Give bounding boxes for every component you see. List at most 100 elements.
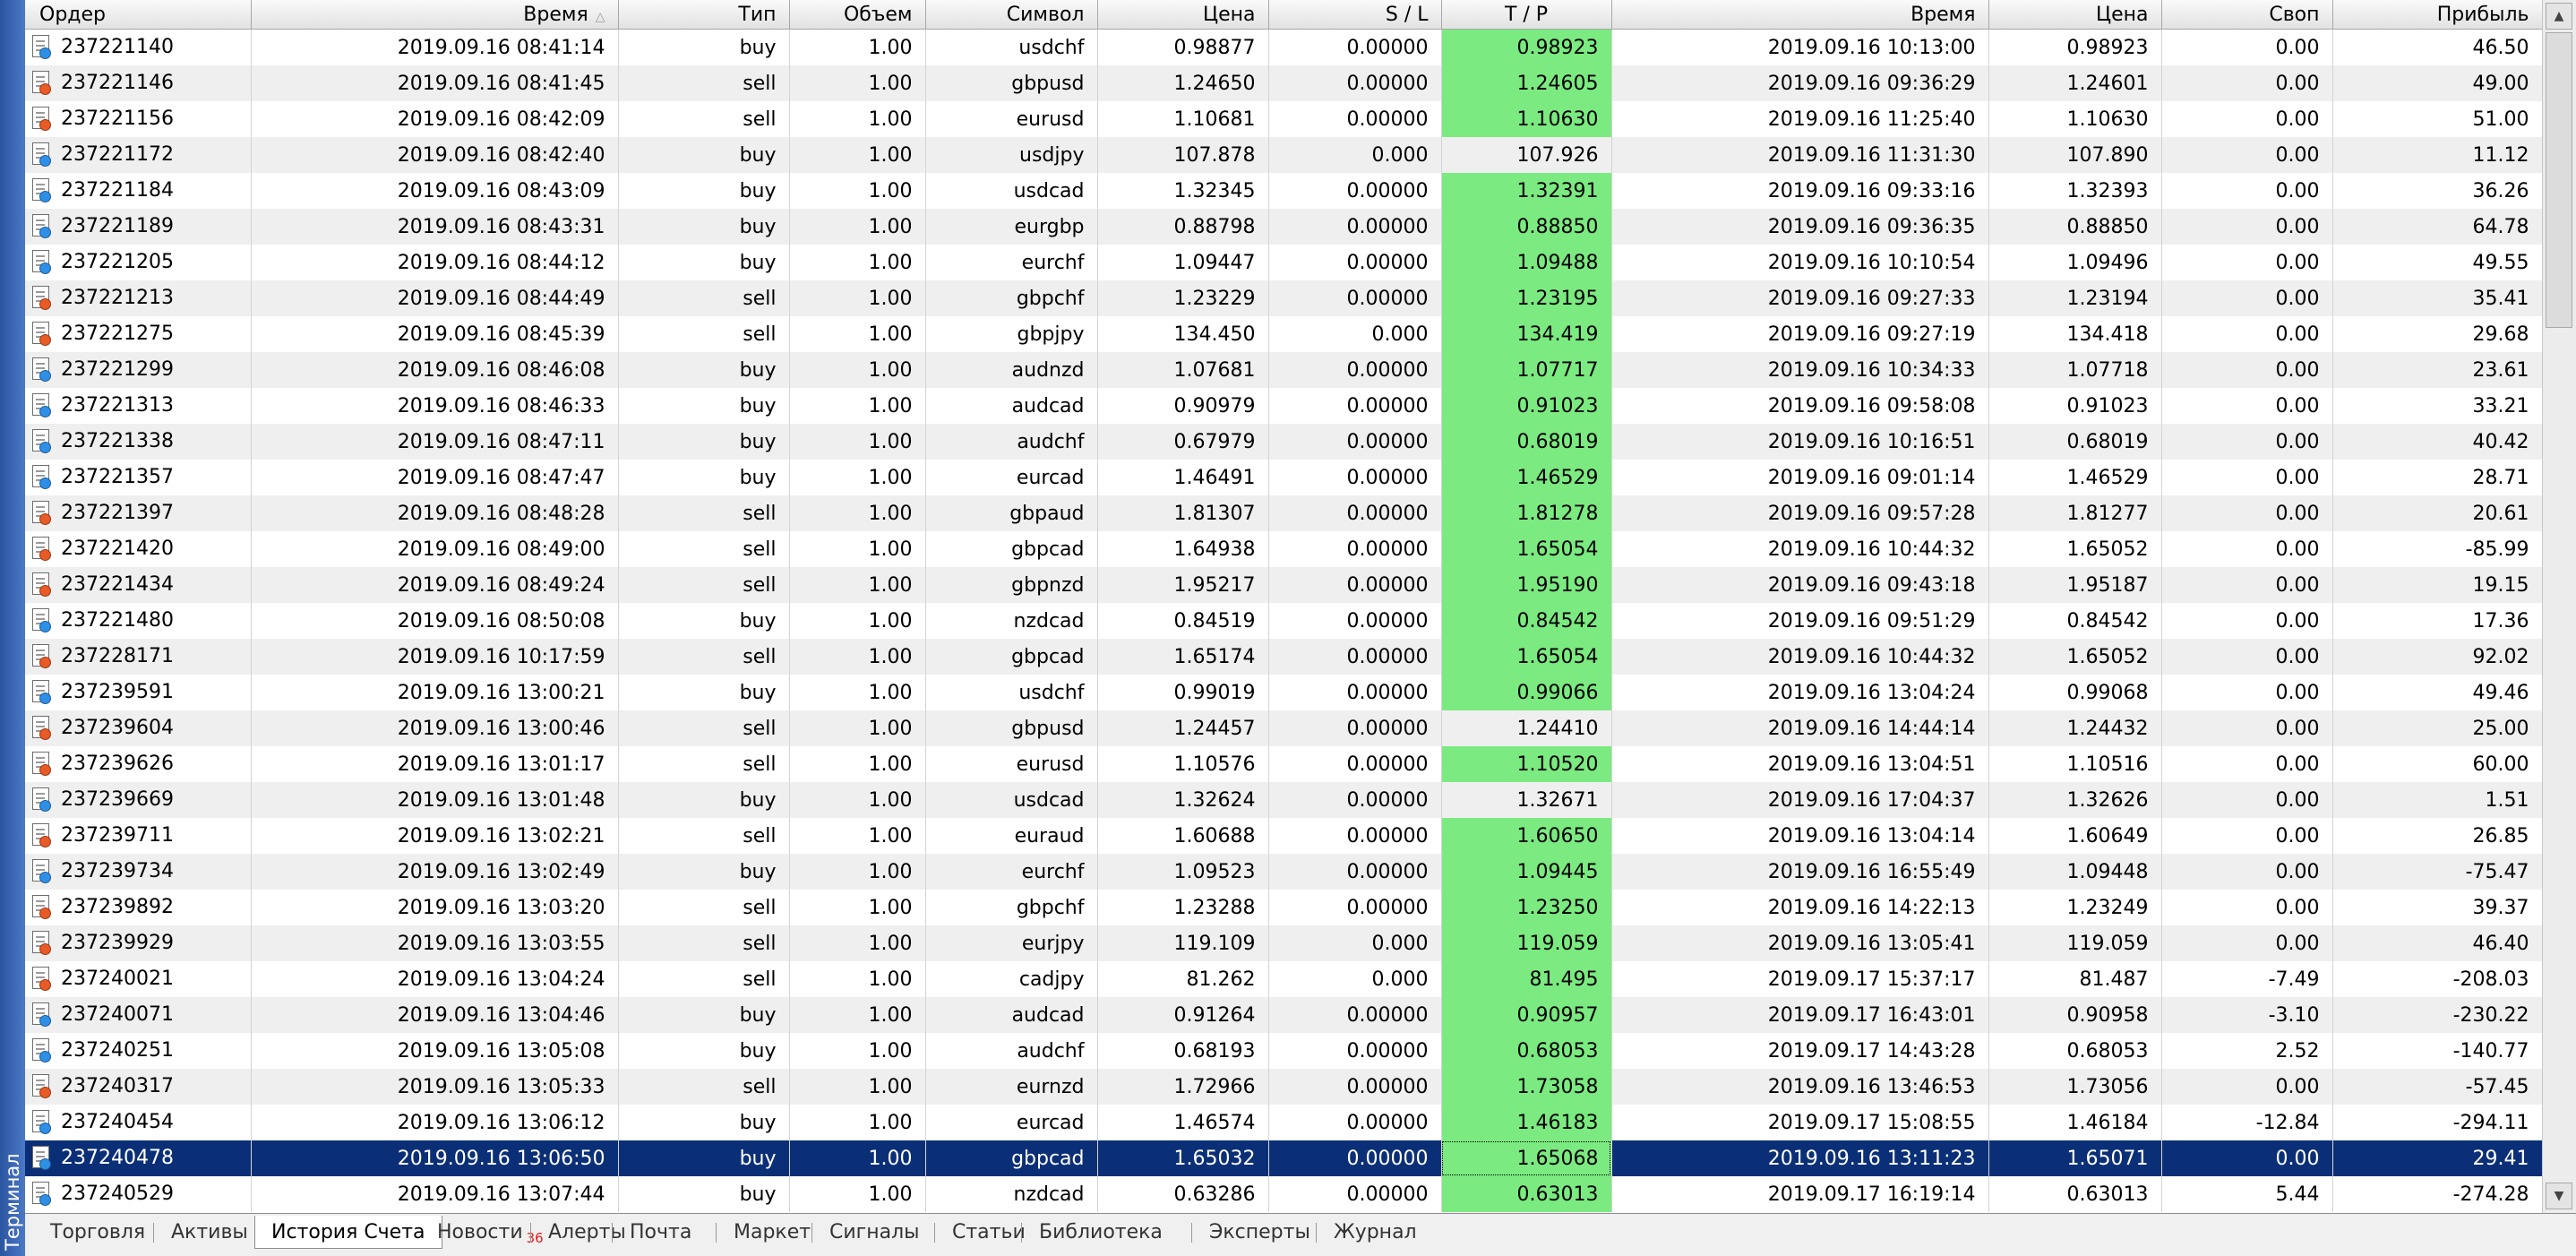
open-price-cell: 119.109 xyxy=(1097,925,1269,961)
table-row[interactable]: 237239669 2019.09.16 13:01:48 buy 1.00 usdca… xyxy=(25,782,2542,818)
order-number: 237221357 xyxy=(61,466,174,488)
vertical-scrollbar[interactable]: ▲ ▼ xyxy=(2542,0,2576,1213)
open-price-cell: 1.09447 xyxy=(1097,245,1269,280)
table-row[interactable]: 237221313 2019.09.16 08:46:33 buy 1.00 audca… xyxy=(25,388,2542,424)
swap-cell: 0.00 xyxy=(2161,352,2333,388)
sl-cell: 0.00000 xyxy=(1268,890,1442,925)
sl-cell: 0.00000 xyxy=(1268,1033,1442,1069)
close-price-cell: 1.10630 xyxy=(1988,101,2162,137)
tp-cell: 1.46183 xyxy=(1441,1105,1612,1140)
table-row[interactable]: 237221184 2019.09.16 08:43:09 buy 1.00 usdca… xyxy=(25,173,2542,209)
tab-trade[interactable]: Торговля xyxy=(34,1216,161,1248)
order-number: 237221146 xyxy=(61,72,174,94)
table-row[interactable]: 237221275 2019.09.16 08:45:39 sell 1.00 gbpj… xyxy=(25,316,2542,352)
table-row[interactable]: 237239892 2019.09.16 13:03:20 sell 1.00 gbpc… xyxy=(25,890,2542,925)
table-row[interactable]: 237240251 2019.09.16 13:05:08 buy 1.00 audch… xyxy=(25,1033,2542,1069)
tab-assets[interactable]: Активы xyxy=(155,1216,264,1248)
account-history-grid: Ордер Время △ Тип Объем Символ Цена S / L T / P В… xyxy=(25,0,2542,1213)
buy-order-icon xyxy=(30,1109,52,1136)
table-row[interactable]: 237239604 2019.09.16 13:00:46 sell 1.00 gbpu… xyxy=(25,710,2542,746)
tab-journal[interactable]: Журнал xyxy=(1318,1216,1433,1248)
table-row[interactable]: 237221338 2019.09.16 08:47:11 buy 1.00 audch… xyxy=(25,424,2542,460)
table-row[interactable]: 237221189 2019.09.16 08:43:31 buy 1.00 eurgb… xyxy=(25,209,2542,245)
column-header-close-time[interactable]: Время xyxy=(1611,0,1989,30)
tab-experts[interactable]: Эксперты xyxy=(1193,1216,1327,1248)
open-price-cell: 1.24457 xyxy=(1097,710,1269,746)
table-row[interactable]: 237221420 2019.09.16 08:49:00 sell 1.00 gbpc… xyxy=(25,531,2542,567)
order-number: 237240021 xyxy=(61,968,174,990)
tab-account-history[interactable]: История Счета xyxy=(254,1216,442,1249)
table-row[interactable]: 237221357 2019.09.16 08:47:47 buy 1.00 eurca… xyxy=(25,460,2542,495)
table-row[interactable]: 237221480 2019.09.16 08:50:08 buy 1.00 nzdca… xyxy=(25,603,2542,639)
column-header-order[interactable]: Ордер xyxy=(25,0,252,30)
tab-market[interactable]: Маркет xyxy=(717,1216,827,1248)
column-header-close-price[interactable]: Цена xyxy=(1988,0,2162,30)
table-row[interactable]: 237221299 2019.09.16 08:46:08 buy 1.00 audnz… xyxy=(25,352,2542,388)
table-row[interactable]: 237240021 2019.09.16 13:04:24 sell 1.00 cadj… xyxy=(25,961,2542,997)
buy-order-icon xyxy=(30,858,52,885)
close-price-cell: 1.23194 xyxy=(1988,280,2162,316)
profit-cell: 46.40 xyxy=(2332,925,2542,961)
table-row[interactable]: 237240071 2019.09.16 13:04:46 buy 1.00 audca… xyxy=(25,997,2542,1033)
profit-cell: -274.28 xyxy=(2332,1176,2542,1212)
table-row[interactable]: 237221213 2019.09.16 08:44:49 sell 1.00 gbpc… xyxy=(25,280,2542,316)
column-header-profit[interactable]: Прибыль xyxy=(2332,0,2542,30)
table-row[interactable]: 237221140 2019.09.16 08:41:14 buy 1.00 usdch… xyxy=(25,29,2542,65)
order-number: 237221434 xyxy=(61,573,174,596)
symbol-cell: eurusd xyxy=(925,101,1098,137)
table-row[interactable]: 237221172 2019.09.16 08:42:40 buy 1.00 usdjp… xyxy=(25,137,2542,173)
table-row[interactable]: 237240478 2019.09.16 13:06:50 buy 1.00 gbpca… xyxy=(25,1140,2542,1176)
column-header-label: Цена xyxy=(1203,3,1256,26)
column-header-sl[interactable]: S / L xyxy=(1268,0,1442,30)
table-row[interactable]: 237239626 2019.09.16 13:01:17 sell 1.00 euru… xyxy=(25,746,2542,782)
table-row[interactable]: 237221397 2019.09.16 08:48:28 sell 1.00 gbpa… xyxy=(25,495,2542,531)
order-number: 237221205 xyxy=(61,251,174,273)
column-header-tp[interactable]: T / P xyxy=(1441,0,1612,30)
scroll-up-icon[interactable]: ▲ xyxy=(2546,3,2572,30)
volume-cell: 1.00 xyxy=(789,352,926,388)
open-time-cell: 2019.09.16 13:01:17 xyxy=(251,746,619,782)
table-row[interactable]: 237240454 2019.09.16 13:06:12 buy 1.00 eurca… xyxy=(25,1105,2542,1140)
column-header-swap[interactable]: Своп xyxy=(2161,0,2333,30)
order-number: 237221299 xyxy=(61,358,174,381)
profit-cell: 64.78 xyxy=(2332,209,2542,245)
swap-cell: 0.00 xyxy=(2161,65,2333,101)
tab-library[interactable]: Библиотека xyxy=(1023,1216,1179,1248)
table-row[interactable]: 237239734 2019.09.16 13:02:49 buy 1.00 eurch… xyxy=(25,854,2542,890)
table-row[interactable]: 237228171 2019.09.16 10:17:59 sell 1.00 gbpc… xyxy=(25,639,2542,675)
table-row[interactable]: 237239929 2019.09.16 13:03:55 sell 1.00 eurj… xyxy=(25,925,2542,961)
open-time-cell: 2019.09.16 13:04:46 xyxy=(251,997,619,1033)
column-header-volume[interactable]: Объем xyxy=(789,0,926,30)
close-price-cell: 1.95187 xyxy=(1988,567,2162,603)
symbol-cell: eurchf xyxy=(925,245,1098,280)
column-header-type[interactable]: Тип xyxy=(618,0,790,30)
type-cell: sell xyxy=(618,101,790,137)
table-row[interactable]: 237221434 2019.09.16 08:49:24 sell 1.00 gbpn… xyxy=(25,567,2542,603)
open-time-cell: 2019.09.16 08:42:09 xyxy=(251,101,619,137)
open-time-cell: 2019.09.16 08:45:39 xyxy=(251,316,619,352)
table-row[interactable]: 237240529 2019.09.16 13:07:44 buy 1.00 nzdca… xyxy=(25,1176,2542,1212)
table-row[interactable]: 237221146 2019.09.16 08:41:45 sell 1.00 gbpu… xyxy=(25,65,2542,101)
type-cell: sell xyxy=(618,890,790,925)
column-header-symbol[interactable]: Символ xyxy=(925,0,1098,30)
table-row[interactable]: 237221205 2019.09.16 08:44:12 buy 1.00 eurch… xyxy=(25,245,2542,280)
table-row[interactable]: 237239591 2019.09.16 13:00:21 buy 1.00 usdch… xyxy=(25,675,2542,710)
tab-separator xyxy=(1191,1223,1192,1243)
close-price-cell: 134.418 xyxy=(1988,316,2162,352)
tab-signals[interactable]: Сигналы xyxy=(813,1216,936,1248)
orders-table: Ордер Время △ Тип Объем Символ Цена S / L T / P В… xyxy=(25,0,2542,1212)
swap-cell: 0.00 xyxy=(2161,29,2333,65)
table-row[interactable]: 237221156 2019.09.16 08:42:09 sell 1.00 euru… xyxy=(25,101,2542,137)
order-cell: 237240021 xyxy=(25,961,252,997)
open-price-cell: 0.88798 xyxy=(1097,209,1269,245)
column-header-open-price[interactable]: Цена xyxy=(1097,0,1269,30)
scroll-down-icon[interactable]: ▼ xyxy=(2546,1183,2572,1209)
sell-order-icon xyxy=(30,715,52,742)
table-row[interactable]: 237239711 2019.09.16 13:02:21 sell 1.00 eura… xyxy=(25,818,2542,854)
profit-cell: 23.61 xyxy=(2332,352,2542,388)
table-row[interactable]: 237240317 2019.09.16 13:05:33 sell 1.00 eurn… xyxy=(25,1069,2542,1105)
tab-mailbox[interactable]: Почта xyxy=(614,1216,708,1248)
scrollbar-thumb[interactable] xyxy=(2546,32,2572,328)
swap-cell: 0.00 xyxy=(2161,424,2333,460)
column-header-open-time[interactable]: Время △ xyxy=(251,0,619,30)
